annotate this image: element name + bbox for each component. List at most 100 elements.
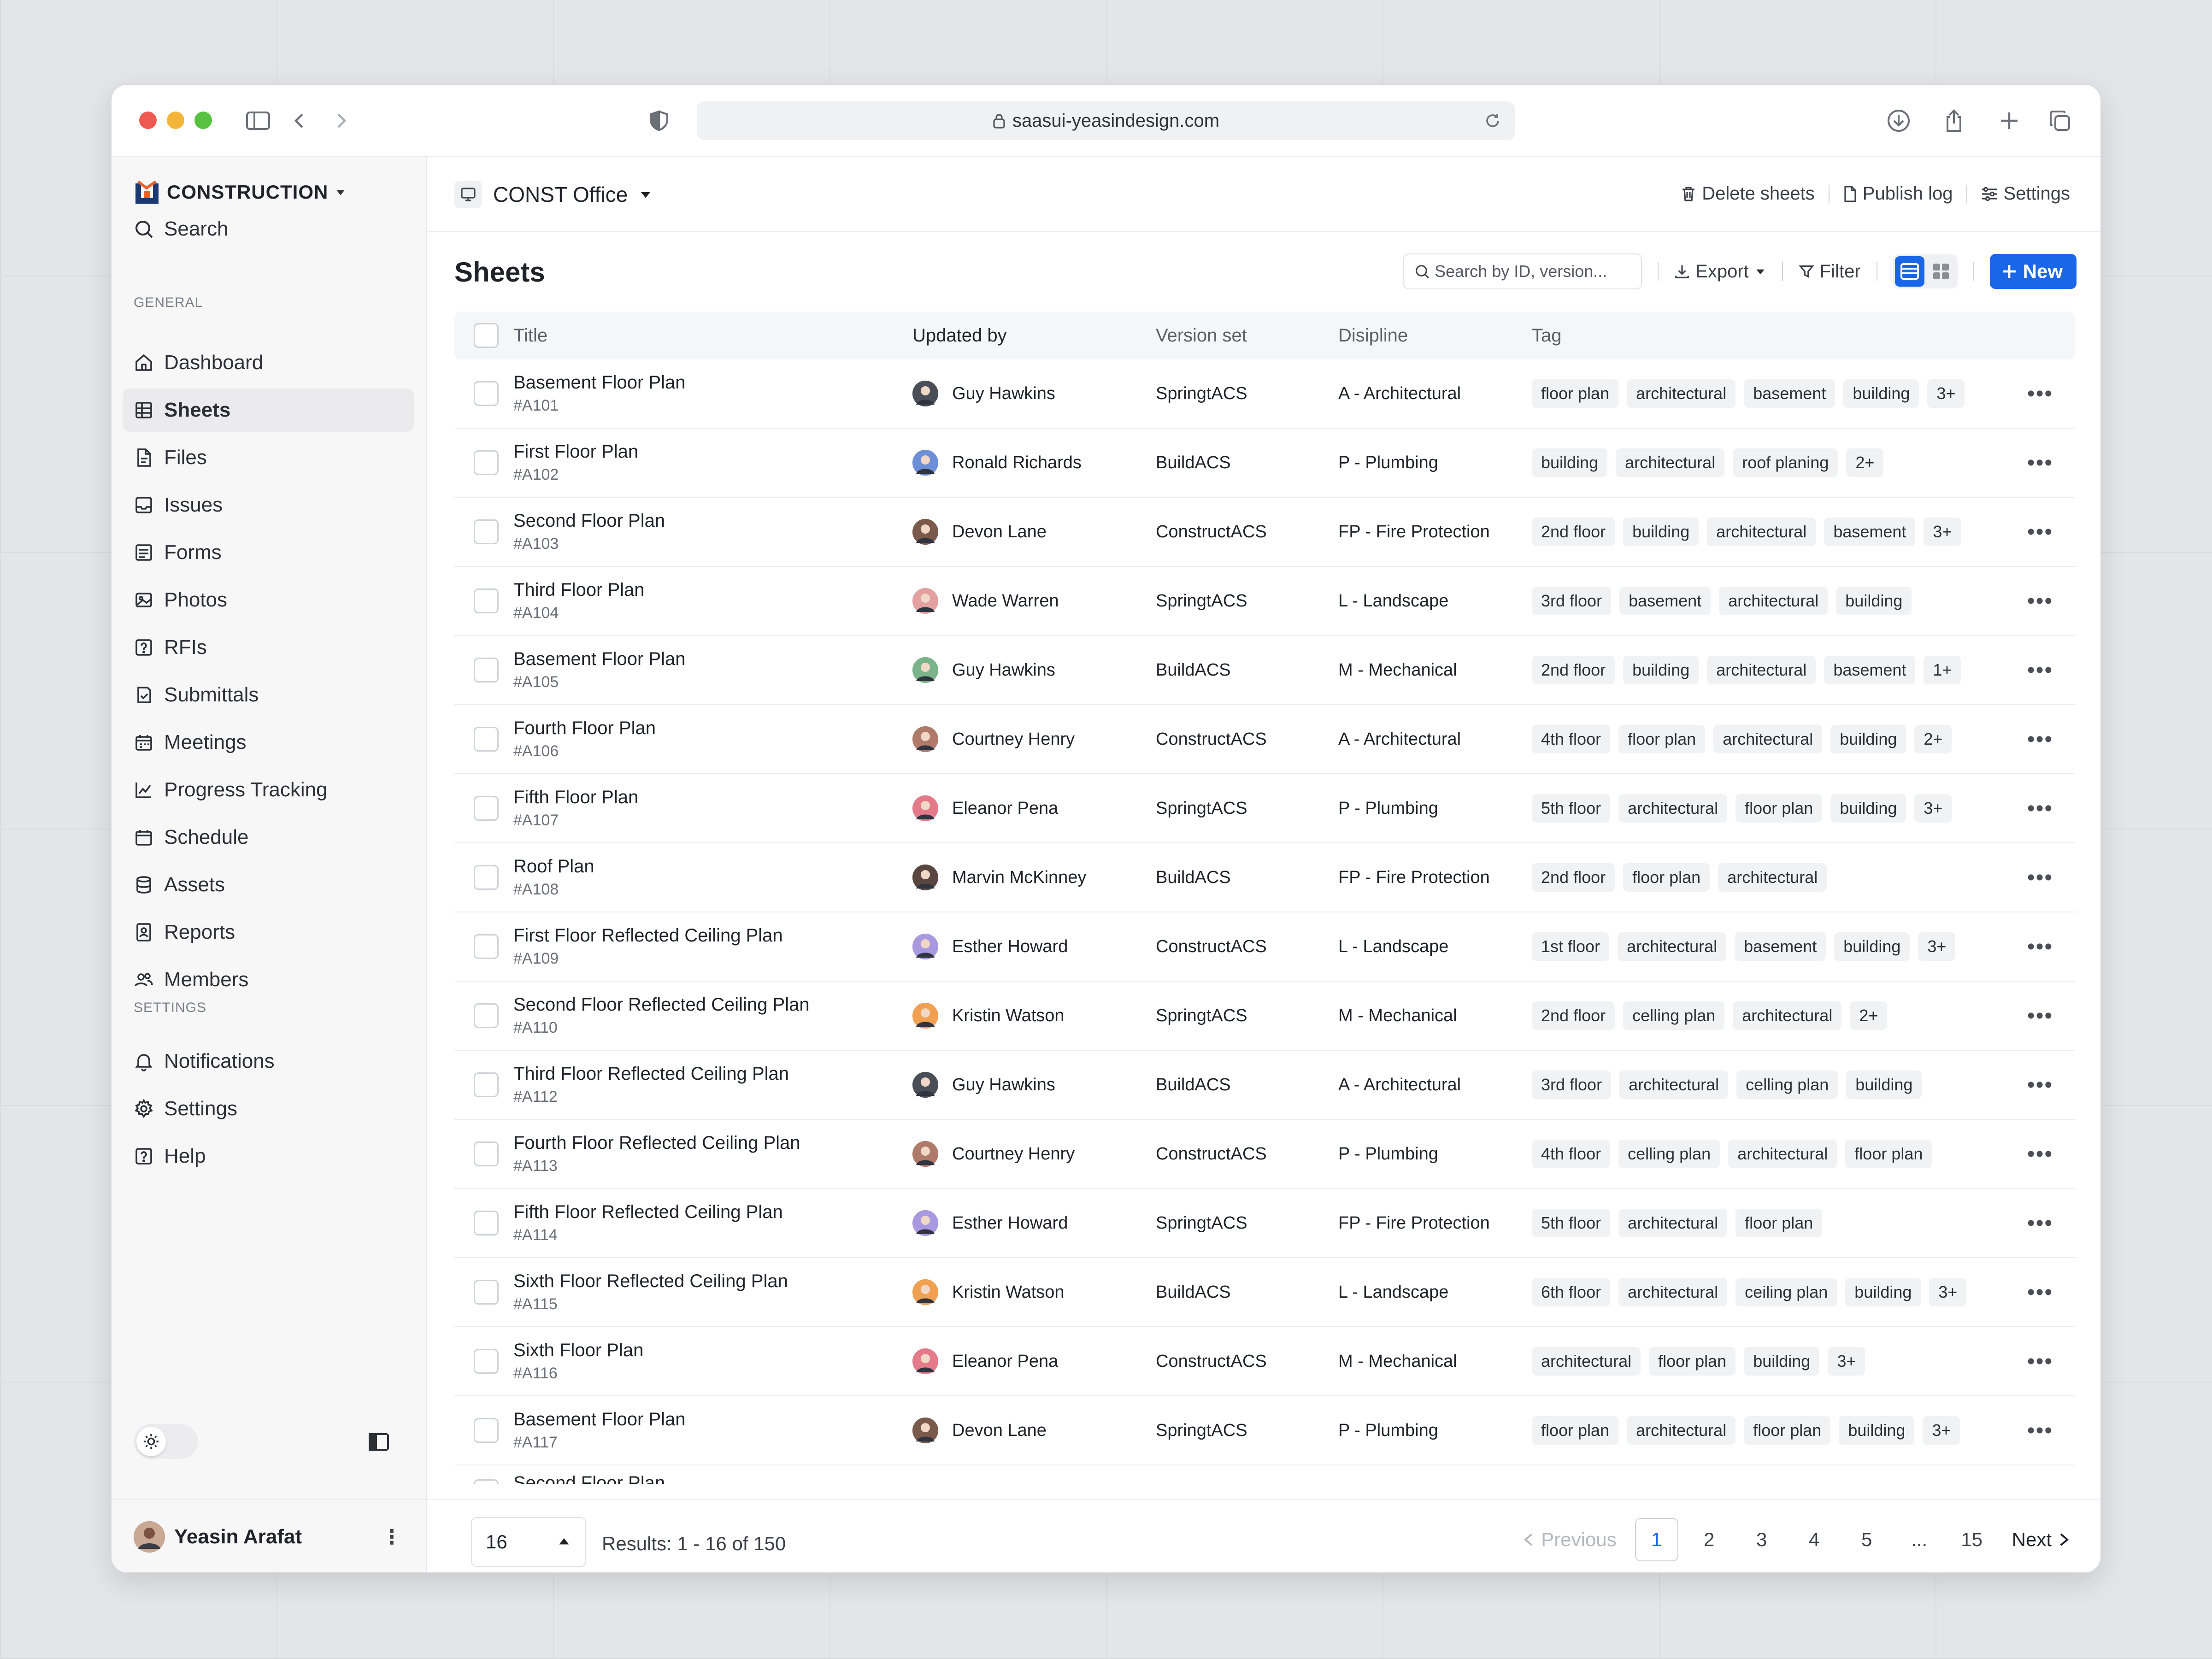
address-bar[interactable]: saasui-yeasindesign.com: [697, 101, 1515, 140]
back-icon[interactable]: [287, 108, 312, 134]
table-row[interactable]: Fourth Floor Reflected Ceiling Plan #A11…: [454, 1120, 2075, 1189]
tag-chip[interactable]: architectural: [1618, 932, 1727, 961]
row-checkbox[interactable]: [474, 1003, 499, 1028]
tag-chip[interactable]: 2+: [1846, 448, 1884, 477]
tag-chip[interactable]: building: [1623, 656, 1699, 684]
row-more-icon[interactable]: •••: [2006, 865, 2075, 890]
row-checkbox[interactable]: [474, 1479, 499, 1484]
tag-chip[interactable]: architectural: [1618, 794, 1728, 823]
sheet-title[interactable]: Roof Plan: [513, 856, 912, 877]
sidebar-item-help[interactable]: Help: [123, 1135, 414, 1178]
tag-chip[interactable]: floor plan: [1532, 1416, 1619, 1445]
sheet-title[interactable]: Fifth Floor Reflected Ceiling Plan: [513, 1202, 912, 1223]
sheet-title[interactable]: Basement Floor Plan: [513, 649, 912, 670]
row-more-icon[interactable]: •••: [2006, 588, 2075, 614]
sheet-title[interactable]: Sixth Floor Reflected Ceiling Plan: [513, 1271, 912, 1292]
row-checkbox[interactable]: [474, 796, 499, 821]
sheet-title[interactable]: First Floor Reflected Ceiling Plan: [513, 925, 912, 946]
tag-chip[interactable]: ceiling plan: [1735, 1278, 1837, 1306]
table-row[interactable]: Roof Plan #A108 Marvin McKinney BuildACS…: [454, 843, 2075, 912]
sidebar-item-assets[interactable]: Assets: [123, 863, 414, 906]
column-updated-by[interactable]: Updated by: [912, 325, 1156, 346]
sheet-title[interactable]: Fifth Floor Plan: [513, 787, 912, 808]
table-row[interactable]: Fifth Floor Reflected Ceiling Plan #A114…: [454, 1189, 2075, 1258]
tag-chip[interactable]: 4th floor: [1532, 1140, 1611, 1168]
page-4-button[interactable]: 4: [1793, 1518, 1836, 1561]
row-checkbox[interactable]: [474, 865, 499, 890]
share-icon[interactable]: [1941, 108, 1967, 134]
tag-chip[interactable]: building: [1532, 448, 1608, 477]
tag-chip[interactable]: 2nd floor: [1532, 863, 1615, 892]
zoom-window-button[interactable]: [194, 112, 212, 129]
new-sheet-button[interactable]: New: [1989, 254, 2077, 289]
tag-chip[interactable]: building: [1623, 518, 1699, 546]
row-more-icon[interactable]: •••: [2006, 1141, 2075, 1167]
row-checkbox[interactable]: [474, 1072, 499, 1097]
tag-chip[interactable]: floor plan: [1649, 1347, 1736, 1376]
table-row[interactable]: Fourth Floor Plan #A106 Courtney Henry C…: [454, 705, 2075, 774]
tag-chip[interactable]: celling plan: [1618, 1140, 1720, 1168]
theme-toggle[interactable]: [134, 1424, 198, 1459]
tag-chip[interactable]: architectural: [1718, 863, 1827, 892]
sidebar-item-progress-tracking[interactable]: Progress Tracking: [123, 768, 414, 812]
row-checkbox[interactable]: [474, 1141, 499, 1166]
table-row[interactable]: First Floor Reflected Ceiling Plan #A109…: [454, 912, 2075, 982]
forward-icon[interactable]: [328, 108, 354, 134]
tag-chip[interactable]: 1+: [1924, 656, 1961, 684]
row-more-icon[interactable]: •••: [2006, 727, 2075, 752]
sidebar-item-files[interactable]: Files: [123, 436, 414, 479]
tag-chip[interactable]: basement: [1619, 587, 1711, 615]
tag-chip[interactable]: architectural: [1532, 1347, 1641, 1376]
page-5-button[interactable]: 5: [1845, 1518, 1888, 1561]
tag-chip[interactable]: 3+: [1828, 1347, 1865, 1376]
sheet-title[interactable]: Basement Floor Plan: [513, 372, 912, 393]
column-version-set[interactable]: Version set: [1156, 325, 1338, 346]
export-button[interactable]: Export: [1674, 261, 1766, 282]
row-more-icon[interactable]: •••: [2006, 1280, 2075, 1305]
reload-icon[interactable]: [1484, 112, 1501, 129]
sidebar-item-reports[interactable]: Reports: [123, 911, 414, 954]
tag-chip[interactable]: architectural: [1707, 656, 1816, 684]
sidebar-item-settings[interactable]: Settings: [123, 1087, 414, 1130]
sidebar-item-meetings[interactable]: Meetings: [123, 721, 414, 764]
privacy-shield-icon[interactable]: [646, 108, 672, 134]
tag-chip[interactable]: architectural: [1627, 379, 1736, 408]
table-row[interactable]: Third Floor Plan #A104 Wade Warren Sprin…: [454, 567, 2075, 636]
sidebar-item-forms[interactable]: Forms: [123, 531, 414, 574]
tag-chip[interactable]: 3+: [1918, 932, 1956, 961]
row-more-icon[interactable]: •••: [2006, 381, 2075, 406]
row-more-icon[interactable]: •••: [2006, 658, 2075, 683]
tag-chip[interactable]: 3+: [1929, 1278, 1967, 1306]
tag-chip[interactable]: 5th floor: [1532, 794, 1611, 823]
table-row[interactable]: Second Floor Plan #A103 Devon Lane Const…: [454, 498, 2075, 567]
tag-chip[interactable]: architectural: [1707, 518, 1816, 546]
tag-chip[interactable]: 3+: [1924, 518, 1961, 546]
tag-chip[interactable]: 3+: [1927, 379, 1965, 408]
tag-chip[interactable]: building: [1834, 932, 1910, 961]
row-more-icon[interactable]: •••: [2006, 1211, 2075, 1236]
tag-chip[interactable]: building: [1830, 725, 1906, 753]
tag-chip[interactable]: 2nd floor: [1532, 518, 1615, 546]
table-row[interactable]: Basement Floor Plan #A105 Guy Hawkins Bu…: [454, 636, 2075, 705]
tag-chip[interactable]: architectural: [1619, 1071, 1729, 1099]
tag-chip[interactable]: 3+: [1914, 794, 1952, 823]
tag-chip[interactable]: architectural: [1719, 587, 1828, 615]
office-switcher[interactable]: CONST Office: [454, 181, 653, 208]
tag-chip[interactable]: 2+: [1850, 1001, 1888, 1030]
tag-chip[interactable]: 2+: [1914, 725, 1952, 753]
row-more-icon[interactable]: •••: [2006, 1349, 2075, 1374]
tag-chip[interactable]: 3rd floor: [1532, 1071, 1612, 1099]
tag-chip[interactable]: floor plan: [1618, 725, 1706, 753]
sheet-title[interactable]: Basement Floor Plan: [513, 1409, 912, 1430]
tag-chip[interactable]: celling plan: [1736, 1071, 1838, 1099]
sheet-title[interactable]: Sixth Floor Plan: [513, 1340, 912, 1361]
row-checkbox[interactable]: [474, 1418, 499, 1443]
collapse-sidebar-icon[interactable]: [368, 1432, 390, 1454]
row-more-icon[interactable]: •••: [2006, 1072, 2075, 1098]
column-tag[interactable]: Tag: [1532, 325, 2075, 346]
row-checkbox[interactable]: [474, 934, 499, 959]
sidebar-item-schedule[interactable]: Schedule: [123, 816, 414, 859]
tag-chip[interactable]: 2nd floor: [1532, 656, 1615, 684]
tag-chip[interactable]: 1st floor: [1532, 932, 1610, 961]
tag-chip[interactable]: floor plan: [1532, 379, 1619, 408]
